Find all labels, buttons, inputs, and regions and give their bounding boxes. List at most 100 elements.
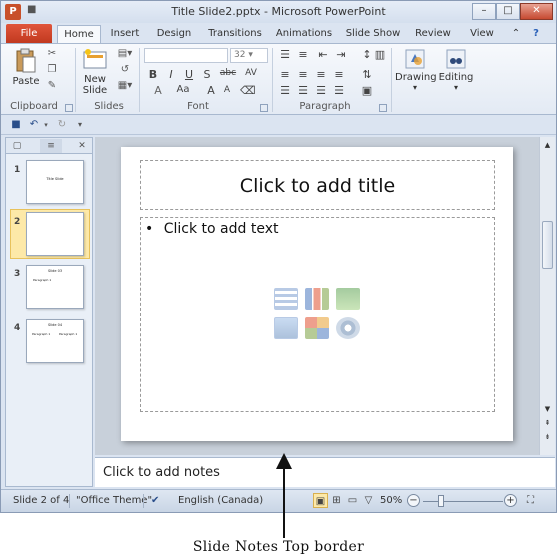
content-placeholder[interactable]: • Click to add text xyxy=(140,217,495,412)
insert-media-icon[interactable] xyxy=(336,317,360,339)
clipboard-launcher-icon[interactable] xyxy=(65,104,73,112)
slideshow-icon[interactable]: ▽ xyxy=(361,493,376,508)
tab-slide-show[interactable]: Slide Show xyxy=(341,25,405,43)
strikethrough-button[interactable]: abc xyxy=(218,68,238,78)
redo-icon[interactable]: ↻ xyxy=(55,119,69,131)
font-name-combo[interactable] xyxy=(144,48,228,63)
align-center-2-icon[interactable]: ☰ xyxy=(296,84,310,97)
slide-canvas: Click to add title • Click to add text xyxy=(121,147,513,441)
italic-button[interactable]: I xyxy=(164,68,178,81)
text-direction-icon[interactable]: ⇅ xyxy=(360,68,374,81)
reset-icon[interactable]: ↺ xyxy=(115,64,135,76)
slide-thumbnail-3[interactable]: Slide 03 Paragraph 1 xyxy=(26,265,84,309)
language-indicator[interactable]: English (Canada) xyxy=(178,495,263,506)
shrink-font-button[interactable]: A xyxy=(220,85,234,95)
font-launcher-icon[interactable] xyxy=(260,104,268,112)
slides-tab-icon[interactable]: ▢ xyxy=(8,139,26,153)
slide-sorter-icon[interactable]: ⊞ xyxy=(329,493,344,508)
title-placeholder[interactable]: Click to add title xyxy=(140,160,495,210)
align-center-icon[interactable]: ≡ xyxy=(296,68,310,81)
slide-thumbnail-4[interactable]: Slide 04 Paragraph 1 Paragraph 1 xyxy=(26,319,84,363)
char-spacing-button[interactable]: AV xyxy=(242,68,260,78)
clear-formatting-icon[interactable]: ⌫ xyxy=(240,84,256,97)
tab-file[interactable]: File xyxy=(6,24,52,43)
vertical-scrollbar[interactable]: ▲ ▼ ⇞ ⇟ xyxy=(539,137,555,455)
cut-icon[interactable]: ✂ xyxy=(45,48,59,60)
distributed-icon[interactable]: ☰ xyxy=(332,84,346,97)
theme-name[interactable]: "Office Theme" xyxy=(76,495,152,506)
tab-animations[interactable]: Animations xyxy=(273,25,335,43)
shadow-button[interactable]: S xyxy=(200,68,214,81)
next-slide-icon[interactable]: ⇟ xyxy=(541,431,554,443)
minimize-button[interactable]: – xyxy=(472,3,496,20)
change-case-button[interactable]: Aa xyxy=(174,84,192,95)
justify-icon[interactable]: ≡ xyxy=(332,68,346,81)
maximize-button[interactable]: □ xyxy=(496,3,520,20)
normal-view-icon[interactable]: ▣ xyxy=(313,493,328,508)
new-slide-icon xyxy=(83,49,107,69)
scroll-up-icon[interactable]: ▲ xyxy=(541,139,554,151)
insert-picture-icon[interactable] xyxy=(274,317,298,339)
align-right-2-icon[interactable]: ☰ xyxy=(314,84,328,97)
numbering-icon[interactable]: ≡ xyxy=(296,48,310,61)
zoom-slider-thumb[interactable] xyxy=(438,495,444,507)
notes-pane[interactable]: Click to add notes xyxy=(95,457,555,487)
font-color-icon[interactable]: A xyxy=(151,84,165,97)
tab-home[interactable]: Home xyxy=(57,25,101,43)
zoom-slider-track[interactable] xyxy=(423,501,503,502)
zoom-level[interactable]: 50% xyxy=(380,495,402,506)
scroll-down-icon[interactable]: ▼ xyxy=(541,403,554,415)
scroll-thumb[interactable] xyxy=(542,221,553,269)
bullets-icon[interactable]: ☰ xyxy=(278,48,292,61)
paragraph-launcher-icon[interactable] xyxy=(379,104,387,112)
copy-icon[interactable]: ❐ xyxy=(45,64,59,76)
new-slide-button[interactable]: New Slide xyxy=(79,48,111,96)
align-left-2-icon[interactable]: ☰ xyxy=(278,84,292,97)
reading-view-icon[interactable]: ▭ xyxy=(345,493,360,508)
tab-transitions[interactable]: Transitions xyxy=(203,25,267,43)
align-right-icon[interactable]: ≡ xyxy=(314,68,328,81)
insert-chart-icon[interactable] xyxy=(305,288,329,310)
zoom-out-button[interactable]: − xyxy=(407,494,420,507)
save-icon[interactable]: ■ xyxy=(9,119,23,131)
tab-design[interactable]: Design xyxy=(151,25,197,43)
line-spacing-icon[interactable]: ↕ xyxy=(360,48,374,61)
drawing-button[interactable]: Drawing ▾ xyxy=(395,48,437,92)
tab-insert[interactable]: Insert xyxy=(105,25,145,43)
customize-qat-icon[interactable]: ▾ xyxy=(73,119,87,131)
zoom-in-button[interactable]: + xyxy=(504,494,517,507)
align-left-icon[interactable]: ≡ xyxy=(278,68,292,81)
columns-icon[interactable]: ▥ xyxy=(373,48,387,61)
slide-counter: Slide 2 of 4 xyxy=(13,495,70,506)
slide-thumbnail-2[interactable] xyxy=(26,212,84,256)
fit-to-window-icon[interactable]: ⛶ xyxy=(523,493,538,508)
previous-slide-icon[interactable]: ⇞ xyxy=(541,417,554,429)
insert-clipart-icon[interactable] xyxy=(305,317,329,339)
insert-table-icon[interactable] xyxy=(274,288,298,310)
format-painter-icon[interactable]: ✎ xyxy=(45,80,59,92)
font-size-combo[interactable]: 32 ▾ xyxy=(230,48,268,63)
close-panel-icon[interactable]: ✕ xyxy=(74,139,90,153)
smartart-icon[interactable]: ▣ xyxy=(360,84,374,97)
chevron-down-icon[interactable]: ▾ xyxy=(39,119,53,131)
editing-button[interactable]: Editing ▾ xyxy=(437,48,475,92)
paste-button[interactable]: Paste xyxy=(11,48,41,87)
underline-button[interactable]: U xyxy=(182,68,196,81)
layout-icon[interactable]: ▤▾ xyxy=(115,48,135,60)
proofing-icon[interactable]: ✔ xyxy=(151,495,159,506)
bold-button[interactable]: B xyxy=(146,68,160,81)
tab-review[interactable]: Review xyxy=(411,25,455,43)
increase-indent-icon[interactable]: ⇥ xyxy=(334,48,348,61)
grow-font-button[interactable]: A xyxy=(204,84,218,97)
outline-tab-icon[interactable]: ≡ xyxy=(40,139,62,153)
close-button[interactable]: ✕ xyxy=(520,3,553,20)
tab-view[interactable]: View xyxy=(463,25,501,43)
slide-thumbnail-1[interactable]: Title Slide xyxy=(26,160,84,204)
thumb-body: Paragraph 1 xyxy=(33,278,52,282)
group-label-clipboard: Clipboard xyxy=(10,101,58,112)
help-icon[interactable]: ? xyxy=(527,25,545,43)
insert-smartart-icon[interactable] xyxy=(336,288,360,310)
decrease-indent-icon[interactable]: ⇤ xyxy=(316,48,330,61)
minimize-ribbon-icon[interactable]: ⌃ xyxy=(509,25,523,43)
section-icon[interactable]: ▦▾ xyxy=(115,80,135,92)
